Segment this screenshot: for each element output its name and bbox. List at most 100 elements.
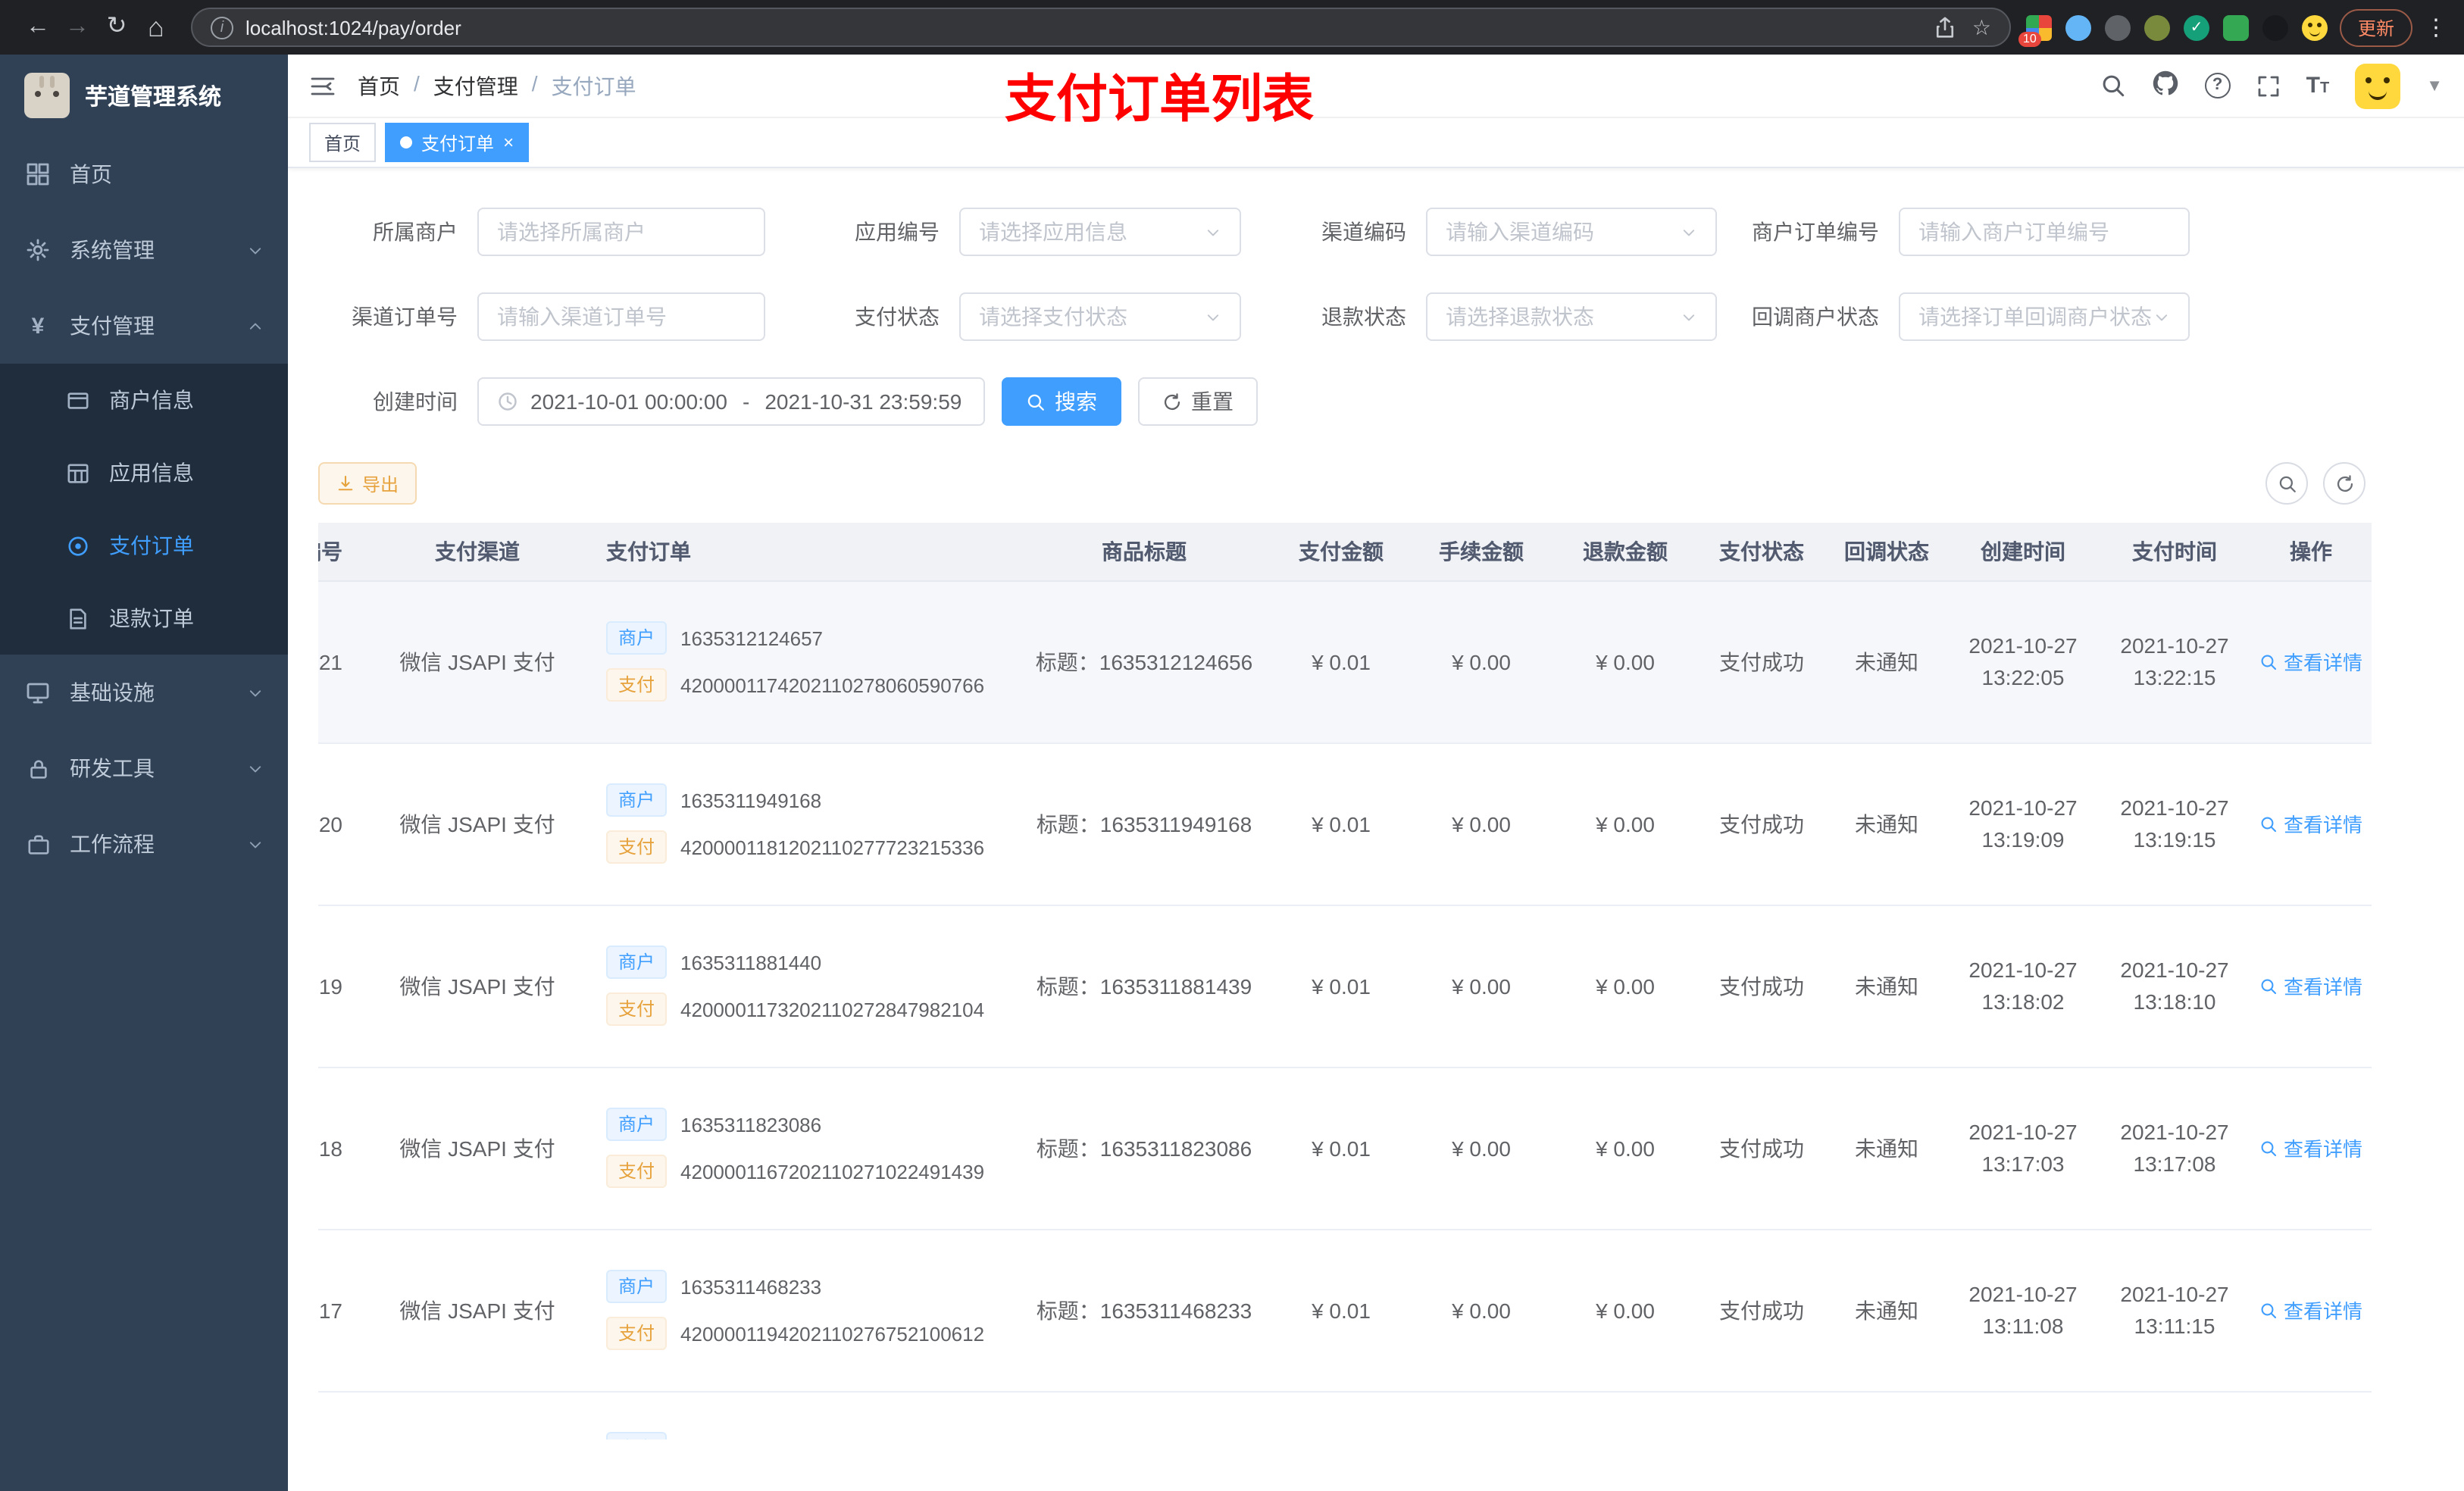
cell-status: 支付成功 (1697, 905, 1826, 1067)
cell-refund: ¥ 0.00 (1553, 1229, 1697, 1392)
cell-channel: 微信 JSAPI 支付 (364, 1229, 591, 1392)
notify-status-select[interactable]: 请选择订单回调商户状态 (1899, 292, 2190, 341)
cell-notify (1826, 1391, 1947, 1439)
cell-order: 商户1635311857136 支付 (591, 1391, 1015, 1439)
pay-order-no: 4200001194202110276752100612 (680, 1322, 985, 1345)
tag-pay-order[interactable]: 支付订单 × (385, 123, 530, 162)
url-text[interactable]: localhost:1024/pay/order (245, 16, 1922, 39)
extension-dark-icon[interactable] (2104, 14, 2131, 40)
fullscreen-icon[interactable] (2256, 73, 2281, 98)
font-size-icon[interactable]: TT (2306, 73, 2330, 98)
merchant-input[interactable] (477, 208, 765, 256)
reload-icon[interactable]: ↻ (97, 0, 136, 55)
table-header-row: 编号 支付渠道 支付订单 商品标题 支付金额 手续金额 退款金额 支付状态 回调… (318, 523, 2372, 581)
cell-channel (364, 1391, 591, 1439)
sidebar-item-pay-order[interactable]: 支付订单 (0, 509, 288, 582)
pay-order-no: 4200001173202110272847982104 (680, 998, 985, 1021)
table-row[interactable]: 商户1635311857136 支付 (318, 1391, 2372, 1439)
export-button-label: 导出 (362, 474, 399, 495)
cell-status: 支付成功 (1697, 580, 1826, 743)
table-row[interactable]: 18 微信 JSAPI 支付 商户 1635311823086 支付 4200001… (318, 1067, 2372, 1230)
sidebar-toggle-icon[interactable] (309, 72, 336, 99)
create-time-range-picker[interactable]: 2021-10-01 00:00:00 - 2021-10-31 23:59:5… (477, 377, 985, 426)
close-icon[interactable]: × (503, 133, 514, 152)
merchant-order-no: 1635311949168 (680, 789, 822, 811)
back-icon[interactable]: ← (18, 0, 58, 55)
help-icon[interactable]: ? (2204, 73, 2231, 98)
active-dot (400, 136, 413, 148)
extension-emoji-icon[interactable] (2301, 14, 2328, 40)
view-detail-link[interactable]: 查看详情 (2259, 971, 2362, 1000)
bookmark-icon[interactable]: ☆ (1972, 14, 1991, 40)
col-amount: 支付金额 (1273, 523, 1409, 581)
sidebar-item-merchant-info[interactable]: 商户信息 (0, 364, 288, 436)
breadcrumb-pay[interactable]: 支付管理 (433, 70, 518, 101)
sidebar-item-workflow[interactable]: 工作流程 (0, 806, 288, 882)
avatar-caret-icon[interactable]: ▼ (2426, 77, 2443, 95)
user-avatar[interactable] (2355, 63, 2401, 108)
browser-update-button[interactable]: 更新 (2339, 8, 2412, 46)
sidebar-item-devtools[interactable]: 研发工具 (0, 730, 288, 806)
refresh-button[interactable] (2323, 462, 2366, 505)
table-row[interactable]: 19 微信 JSAPI 支付 商户 1635311881440 支付 4200001… (318, 905, 2372, 1067)
sidebar-item-infra[interactable]: 基础设施 (0, 655, 288, 730)
cell-amount: ¥ 0.01 (1273, 905, 1409, 1067)
table-row[interactable]: 17 微信 JSAPI 支付 商户 1635311468233 支付 4200001… (318, 1229, 2372, 1392)
export-button[interactable]: 导出 (318, 462, 417, 505)
app-select[interactable]: 请选择应用信息 (959, 208, 1241, 256)
table-row[interactable]: 20 微信 JSAPI 支付 商户 1635311949168 支付 4200001… (318, 742, 2372, 905)
extension-bird-icon[interactable] (2262, 14, 2288, 40)
yen-icon: ¥ (31, 313, 45, 339)
view-detail-link[interactable]: 查看详情 (2259, 809, 2362, 838)
toggle-search-button[interactable] (2265, 462, 2308, 505)
monitor-icon (24, 680, 52, 705)
merchant-order-no-input[interactable] (1899, 208, 2190, 256)
extension-chat-icon[interactable] (2222, 14, 2249, 40)
refund-status-select[interactable]: 请选择退款状态 (1426, 292, 1717, 341)
view-detail-link[interactable]: 查看详情 (2259, 647, 2362, 676)
breadcrumb-home[interactable]: 首页 (358, 70, 400, 101)
search-button[interactable]: 搜索 (1002, 377, 1121, 426)
sidebar-item-refund-order[interactable]: 退款订单 (0, 582, 288, 655)
pay-order-no: 4200001181202110277723215336 (680, 836, 985, 858)
cell-channel: 微信 JSAPI 支付 (364, 905, 591, 1067)
chevron-down-icon (1681, 223, 1697, 240)
sidebar-item-app-info[interactable]: 应用信息 (0, 436, 288, 509)
filter-label-pay-status: 支付状态 (855, 305, 940, 329)
cell-refund: ¥ 0.00 (1553, 905, 1697, 1067)
merchant-tag: 商户 (606, 1432, 668, 1439)
view-detail-link[interactable]: 查看详情 (2259, 1133, 2362, 1162)
github-icon[interactable] (2152, 70, 2179, 102)
app-logo[interactable]: 芋道管理系统 (0, 55, 288, 136)
chevron-down-icon (1205, 223, 1221, 240)
channel-order-no-input[interactable] (477, 292, 765, 341)
cell-notify: 未通知 (1826, 1229, 1947, 1392)
extension-drop-icon[interactable] (2065, 14, 2091, 40)
cell-create-time: 2021-10-27 13:19:09 (1947, 742, 2099, 905)
forward-icon[interactable]: → (58, 0, 97, 55)
view-detail-link[interactable]: 查看详情 (2259, 1296, 2362, 1324)
sidebar-item-system[interactable]: 系统管理 (0, 212, 288, 288)
tag-home[interactable]: 首页 (309, 123, 377, 162)
browser-menu-icon[interactable]: ⋮ (2425, 14, 2447, 41)
merchant-tag: 商户 (606, 621, 668, 655)
share-icon[interactable] (1934, 16, 1957, 39)
site-info-icon[interactable]: i (211, 16, 233, 39)
home-icon[interactable]: ⌂ (136, 0, 176, 55)
cell-title: 标题：1635311881439 (1015, 905, 1273, 1067)
extension-check-icon[interactable]: ✓ (2183, 14, 2209, 40)
sidebar-item-pay[interactable]: ¥ 支付管理 (0, 288, 288, 364)
col-title: 商品标题 (1015, 523, 1273, 581)
extensions-icon[interactable]: 10 (2018, 14, 2052, 46)
extension-olive-icon[interactable] (2143, 14, 2170, 40)
cell-fee: ¥ 0.00 (1409, 580, 1553, 743)
address-bar[interactable]: i localhost:1024/pay/order ☆ (191, 8, 2011, 47)
reset-button-label: 重置 (1191, 389, 1234, 414)
table-row[interactable]: 21 微信 JSAPI 支付 商户 1635312124657 支付 4200001… (318, 580, 2372, 743)
reset-button[interactable]: 重置 (1138, 377, 1258, 426)
cell-id: 21 (318, 580, 364, 743)
search-icon[interactable] (2100, 73, 2126, 98)
pay-status-select[interactable]: 请选择支付状态 (959, 292, 1241, 341)
sidebar-item-home[interactable]: 首页 (0, 136, 288, 212)
channel-code-select[interactable]: 请输入渠道编码 (1426, 208, 1717, 256)
